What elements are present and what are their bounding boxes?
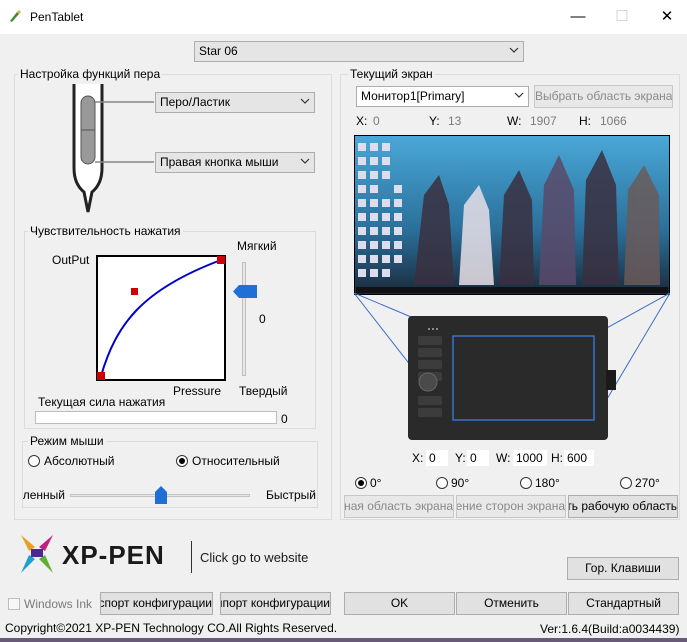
ok-button[interactable]: OK xyxy=(344,592,455,615)
tablet-w-field[interactable]: 1000 xyxy=(513,450,547,466)
pressure-axis-label: Pressure xyxy=(173,384,222,398)
chevron-down-icon xyxy=(514,92,524,98)
pressure-label: Чувствительность нажатия xyxy=(28,224,183,238)
current-pressure-label: Текущая сила нажатия xyxy=(38,395,166,409)
rotation-90-label: 90° xyxy=(451,476,470,490)
select-work-area-button[interactable]: Выбрать рабочую область xyxy=(568,495,678,518)
device-select[interactable]: Star 06 xyxy=(194,41,524,62)
tablet-x-label: X: xyxy=(412,451,424,465)
curve-start-point xyxy=(97,372,105,380)
monitor-select-value: Монитор1[Primary] xyxy=(361,89,465,103)
absolute-radio[interactable]: Абсолютный xyxy=(28,454,114,468)
screen-preview[interactable] xyxy=(354,135,670,295)
lower-button-select[interactable]: Правая кнопка мыши xyxy=(155,152,315,173)
tablet-w-label: W: xyxy=(496,451,511,465)
lower-button-value: Правая кнопка мыши xyxy=(160,155,279,169)
screen-x-label: X: xyxy=(356,114,368,128)
copyright-text: Copyright©2021 XP-PEN Technology CO.All … xyxy=(5,621,338,635)
tablet-x-field[interactable]: 0 xyxy=(426,450,448,466)
xp-pen-logo-icon xyxy=(21,535,53,573)
rotation-0-label: 0° xyxy=(370,476,382,490)
absolute-radio-button[interactable] xyxy=(28,455,40,467)
aspect-ratio-button[interactable]: Соотношение сторон экрана xyxy=(456,495,566,518)
curve-end-point xyxy=(217,256,225,264)
soft-label: Мягкий xyxy=(237,239,277,253)
pressure-slider-track[interactable] xyxy=(242,262,246,376)
screen-h-value: 1066 xyxy=(600,114,627,128)
chevron-down-icon xyxy=(509,47,519,53)
rotation-0-radio-button[interactable] xyxy=(355,477,367,489)
export-config-button[interactable]: Экспорт конфигурации xyxy=(100,592,213,615)
rotation-270-label: 270° xyxy=(635,476,660,490)
speed-slider-thumb[interactable] xyxy=(155,486,167,504)
chevron-down-icon xyxy=(300,158,310,164)
tablet-y-field[interactable]: 0 xyxy=(467,450,489,466)
default-button[interactable]: Стандартный xyxy=(568,592,679,615)
pen-settings-label: Настройка функций пера xyxy=(18,67,163,81)
relative-label: Относительный xyxy=(192,454,280,468)
version-text: Ver:1.6.4(Build:a0034439) xyxy=(540,622,680,636)
tablet-h-field[interactable]: 600 xyxy=(564,450,594,466)
mouse-mode-label: Режим мыши xyxy=(28,434,106,448)
select-screen-area-button[interactable]: Выбрать область экрана xyxy=(534,85,673,108)
full-area-button[interactable]: Полная область экрана xyxy=(344,495,454,518)
slow-label: Медленный xyxy=(23,488,65,502)
fast-label: Быстрый xyxy=(266,488,316,502)
screen-y-label: Y: xyxy=(429,114,440,128)
cancel-button[interactable]: Отменить xyxy=(456,592,567,615)
tablet-h-label: H: xyxy=(551,451,563,465)
current-screen-label: Текущий экран xyxy=(348,67,435,81)
monitor-select[interactable]: Монитор1[Primary] xyxy=(356,86,529,107)
upper-button-select[interactable]: Перо/Ластик xyxy=(155,92,315,113)
rotation-90-radio-button[interactable] xyxy=(436,477,448,489)
pentablet-app-icon xyxy=(10,10,21,22)
current-pressure-bar xyxy=(35,411,277,424)
pen-illustration xyxy=(72,84,154,213)
tablet-illustration[interactable] xyxy=(408,316,618,440)
rotation-180-radio[interactable]: 180° xyxy=(520,476,560,490)
close-button[interactable]: ✕ xyxy=(657,8,677,26)
rotation-90-radio[interactable]: 90° xyxy=(436,476,469,490)
hard-label: Твердый xyxy=(239,384,288,398)
screen-h-label: H: xyxy=(579,114,591,128)
current-pressure-value: 0 xyxy=(281,412,288,426)
absolute-label: Абсолютный xyxy=(44,454,115,468)
rotation-180-radio-button[interactable] xyxy=(520,477,532,489)
pressure-slider-thumb[interactable] xyxy=(233,285,257,298)
title-bar: PenTablet — ☐ ✕ xyxy=(0,0,687,34)
hotkeys-button[interactable]: Гор. Клавиши xyxy=(567,557,679,580)
screen-y-value: 13 xyxy=(448,114,462,128)
pressure-curve-chart[interactable] xyxy=(96,255,226,381)
website-link[interactable]: Click go to website xyxy=(200,550,308,565)
rotation-0-radio[interactable]: 0° xyxy=(355,476,381,490)
logo-divider xyxy=(191,541,192,573)
pressure-slider-value: 0 xyxy=(259,312,266,326)
import-config-button[interactable]: Импорт конфигурации xyxy=(220,592,331,615)
minimize-button[interactable]: — xyxy=(568,8,588,26)
chevron-down-icon xyxy=(300,98,310,104)
maximize-button[interactable]: ☐ xyxy=(612,8,632,26)
relative-radio[interactable]: Относительный xyxy=(176,454,280,468)
windows-ink-check-box[interactable] xyxy=(8,598,20,610)
windows-ink-label: Windows Ink xyxy=(24,597,93,611)
windows-ink-checkbox[interactable]: Windows Ink xyxy=(8,597,92,611)
xp-pen-logo-text: XP-PEN xyxy=(62,540,165,570)
desktop-edge xyxy=(0,638,687,642)
upper-button-value: Перо/Ластик xyxy=(160,95,230,109)
curve-control-point xyxy=(131,288,138,295)
device-select-value: Star 06 xyxy=(199,44,238,58)
screen-w-value: 1907 xyxy=(530,114,557,128)
window-title: PenTablet xyxy=(30,10,84,24)
rotation-180-label: 180° xyxy=(535,476,560,490)
rotation-270-radio-button[interactable] xyxy=(620,477,632,489)
output-label: OutPut xyxy=(52,253,90,267)
screen-w-label: W: xyxy=(507,114,522,128)
relative-radio-button[interactable] xyxy=(176,455,188,467)
rotation-270-radio[interactable]: 270° xyxy=(620,476,660,490)
slow-label-clip: Медленный xyxy=(23,488,65,502)
screen-x-value: 0 xyxy=(373,114,380,128)
tablet-y-label: Y: xyxy=(455,451,466,465)
